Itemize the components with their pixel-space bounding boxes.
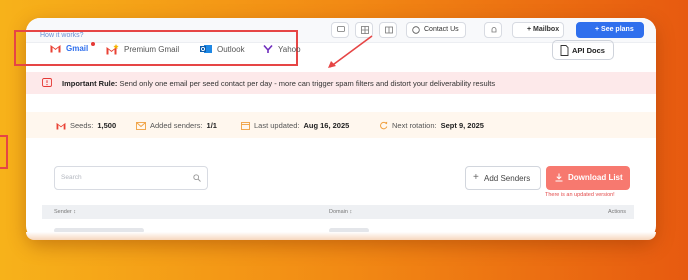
last-updated-label: Last updated: (254, 121, 300, 130)
see-plans-label: + See plans (595, 26, 634, 33)
bell-icon[interactable] (484, 22, 502, 38)
envelope-icon (136, 121, 146, 130)
notification-dot (91, 42, 95, 46)
search-icon (193, 174, 201, 182)
last-updated-value: Aug 16, 2025 (303, 121, 350, 130)
contact-us-button[interactable]: Contact Us (406, 22, 466, 38)
add-senders-label: Add Senders (484, 174, 531, 183)
added-senders-stat: Added senders: 1/1 (136, 121, 217, 130)
card-bottom-edge (26, 232, 656, 240)
rule-body: Send only one email per seed contact per… (119, 79, 496, 88)
rule-text: Important Rule: Send only one email per … (62, 79, 495, 88)
warning-icon (42, 78, 52, 87)
last-updated-stat: Last updated: Aug 16, 2025 (241, 121, 349, 130)
callout-arrow (328, 35, 373, 68)
tab-yahoo-label: Yahoo (278, 44, 301, 54)
download-list-label: Download List (568, 173, 623, 182)
calendar-icon (241, 122, 250, 130)
tab-premium-gmail-label: Premium Gmail (124, 45, 180, 54)
outlook-icon (200, 45, 212, 53)
rule-title: Important Rule: (62, 79, 118, 88)
seeds-value: 1,500 (97, 121, 117, 130)
gmail-icon (56, 122, 66, 130)
tab-gmail[interactable]: Gmail (50, 44, 88, 53)
tab-outlook-label: Outlook (217, 44, 245, 54)
search-placeholder: Search (61, 174, 82, 181)
important-rule-banner: Important Rule: Send only one email per … (26, 72, 656, 94)
tab-gmail-label: Gmail (66, 44, 89, 53)
tab-outlook[interactable]: Outlook (200, 44, 245, 54)
column-sender[interactable]: Sender ↕ (54, 209, 76, 215)
gmail-icon (50, 45, 61, 53)
left-highlight-mark (0, 135, 8, 169)
api-docs-label: API Docs (572, 46, 605, 55)
premium-gmail-icon (106, 44, 119, 55)
add-mailbox-button[interactable]: + Mailbox (512, 22, 564, 38)
tab-premium-gmail[interactable]: Premium Gmail (106, 44, 179, 55)
added-senders-value: 1/1 (206, 121, 217, 130)
api-docs-button[interactable]: API Docs (552, 40, 614, 60)
refresh-icon (380, 121, 388, 130)
download-icon (555, 173, 563, 182)
book-icon[interactable] (379, 22, 397, 38)
add-senders-button[interactable]: + Add Senders (465, 166, 541, 190)
next-rotation-stat: Next rotation: Sept 9, 2025 (379, 121, 484, 130)
column-actions: Actions (608, 209, 627, 215)
seeds-label: Seeds: (70, 121, 94, 130)
add-mailbox-label: + Mailbox (527, 26, 560, 33)
next-rotation-label: Next rotation: (392, 121, 437, 130)
updated-version-notice[interactable]: There is an updated version! (545, 192, 615, 198)
table-header: Sender ↕ Domain ↕ Actions (42, 205, 634, 219)
tab-yahoo[interactable]: Yahoo (263, 44, 301, 54)
yahoo-icon (263, 44, 273, 53)
added-senders-label: Added senders: (150, 121, 203, 130)
column-domain[interactable]: Domain ↕ (329, 209, 352, 215)
plus-icon: + (473, 172, 479, 183)
contact-us-label: Contact Us (424, 26, 459, 33)
download-list-button[interactable]: Download List (546, 166, 630, 190)
seeds-stat: Seeds: 1,500 (56, 121, 116, 130)
next-rotation-value: Sept 9, 2025 (440, 121, 484, 130)
search-input[interactable]: Search (54, 166, 208, 190)
see-plans-button[interactable]: + See plans (576, 22, 644, 38)
document-icon (560, 45, 569, 56)
